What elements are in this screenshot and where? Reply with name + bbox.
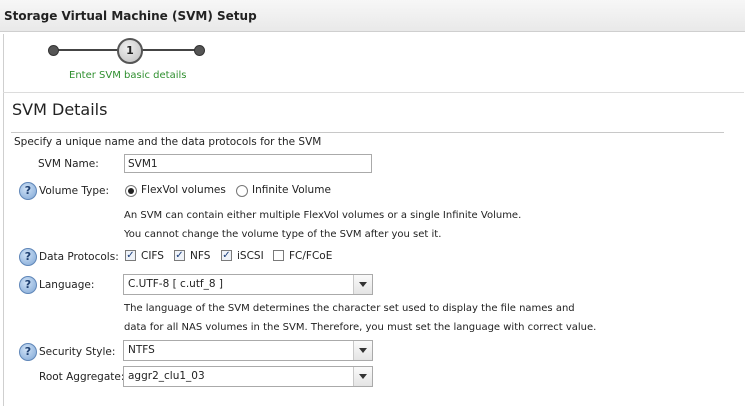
root-aggregate-select[interactable]: aggr2_clu1_03 (123, 366, 373, 387)
svm-name-label: SVM Name: (38, 158, 99, 170)
language-label: Language: (39, 279, 95, 291)
stepper-end-dot (194, 45, 205, 56)
help-icon[interactable]: ? (19, 343, 37, 361)
help-icon[interactable]: ? (19, 276, 37, 294)
help-icon[interactable]: ? (19, 248, 37, 266)
section-description: Specify a unique name and the data proto… (14, 136, 322, 148)
stepper-start-dot (48, 45, 59, 56)
iscsi-label: iSCSI (237, 250, 264, 262)
cifs-label: CIFS (141, 250, 164, 262)
language-note-1: The language of the SVM determines the c… (124, 303, 575, 314)
chevron-down-icon[interactable] (353, 275, 372, 294)
language-note-2: data for all NAS volumes in the SVM. The… (124, 322, 597, 333)
help-icon[interactable]: ? (19, 182, 37, 200)
infinite-volume-option-label: Infinite Volume (252, 184, 331, 196)
chevron-down-icon[interactable] (353, 341, 372, 360)
flexvol-radio[interactable] (125, 185, 137, 197)
section-title: SVM Details (12, 100, 108, 119)
step-label: Enter SVM basic details (69, 70, 187, 81)
chevron-down-icon[interactable] (353, 367, 372, 386)
volume-type-note-2: You cannot change the volume type of the… (124, 229, 442, 240)
nfs-label: NFS (190, 250, 211, 262)
stepper-divider (3, 92, 744, 93)
fc-fcoe-label: FC/FCoE (289, 250, 333, 262)
security-style-select[interactable]: NTFS (123, 340, 373, 361)
language-value: C.UTF-8 [ c.utf_8 ] (128, 278, 223, 290)
iscsi-checkbox[interactable]: ✓ (221, 250, 232, 261)
root-aggregate-value: aggr2_clu1_03 (128, 370, 205, 382)
security-style-value: NTFS (128, 344, 155, 356)
flexvol-option-label: FlexVol volumes (141, 184, 226, 196)
section-divider (11, 132, 724, 133)
volume-type-label: Volume Type: (39, 185, 110, 197)
security-style-label: Security Style: (39, 346, 116, 358)
nfs-checkbox[interactable]: ✓ (174, 250, 185, 261)
svm-name-input[interactable]: SVM1 (124, 154, 372, 173)
infinite-volume-radio[interactable] (236, 185, 248, 197)
data-protocols-label: Data Protocols: (39, 251, 119, 263)
cifs-checkbox[interactable]: ✓ (125, 250, 136, 261)
title-bar: Storage Virtual Machine (SVM) Setup (0, 0, 745, 32)
language-select[interactable]: C.UTF-8 [ c.utf_8 ] (123, 274, 373, 295)
root-aggregate-label: Root Aggregate: (39, 371, 125, 383)
volume-type-note-1: An SVM can contain either multiple FlexV… (124, 210, 522, 221)
fc-fcoe-checkbox[interactable] (273, 250, 284, 261)
window-title: Storage Virtual Machine (SVM) Setup (4, 9, 257, 23)
step-indicator: 1 (117, 38, 143, 64)
